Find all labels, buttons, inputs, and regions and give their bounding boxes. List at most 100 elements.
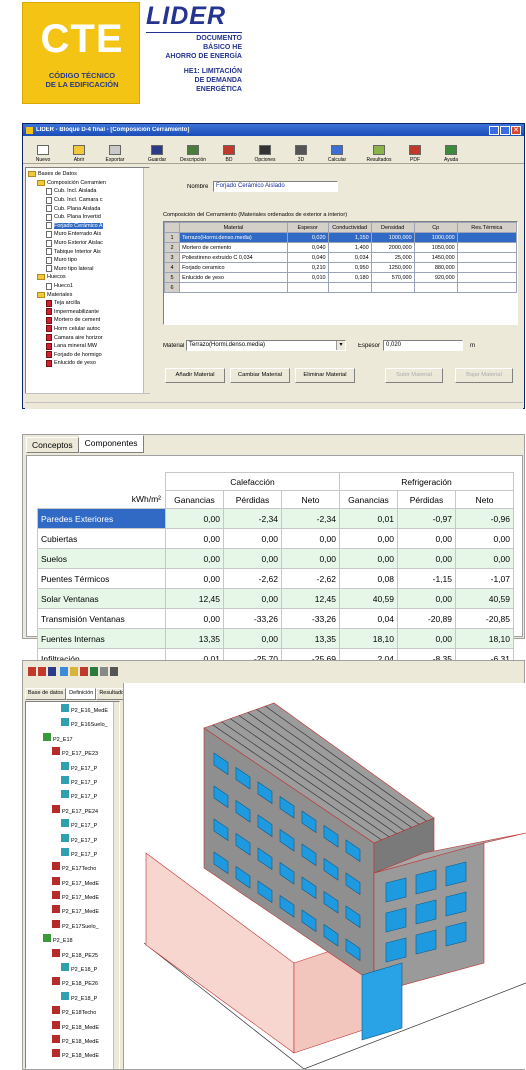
- material-select[interactable]: Terrazo(Hormi.denso.media) ▾: [186, 340, 346, 351]
- tree-item[interactable]: Enlucido de yeso: [28, 359, 147, 368]
- building-tree-item[interactable]: P2_E17_P: [28, 775, 117, 790]
- move-down-material-button[interactable]: Bajar Material: [455, 368, 513, 383]
- grid-cell[interactable]: Mortero de cemento: [179, 242, 288, 253]
- building-tree-item[interactable]: P2_E18_P: [28, 963, 117, 977]
- tree-item[interactable]: Bases de Datos: [28, 170, 147, 179]
- grid-cell[interactable]: 0,034: [327, 252, 372, 263]
- tree-item[interactable]: Cub. Incl. Camara c: [28, 196, 147, 205]
- tree-item[interactable]: Mortero de cement: [28, 316, 147, 325]
- change-material-button[interactable]: Cambiar Material: [230, 368, 290, 383]
- tree-item[interactable]: Muro Enterrado Ais: [28, 230, 147, 239]
- tree-item[interactable]: Muro tipo lateral: [28, 265, 147, 274]
- espesor-input[interactable]: 0,020: [383, 340, 463, 351]
- results-row[interactable]: Cubiertas 0,00 0,00 0,00 0,00 0,00 0,00: [37, 528, 514, 549]
- building-tree-item[interactable]: P2_E17Techo: [28, 862, 117, 876]
- building-tree-item[interactable]: P2_E17_PE23: [28, 747, 117, 761]
- grid-cell[interactable]: 570,000: [370, 272, 415, 283]
- grid-cell[interactable]: 0,040: [286, 242, 329, 253]
- tree-item[interactable]: Camara aire horizor: [28, 333, 147, 342]
- grid-cell[interactable]: 1050,000: [413, 242, 458, 253]
- tree-item[interactable]: Cub. Incl. Aislada: [28, 187, 147, 196]
- grid-cell[interactable]: [456, 242, 518, 253]
- building-tree-item[interactable]: P2_E17_P: [28, 819, 117, 833]
- building-tree-item[interactable]: P2_E17: [28, 732, 117, 747]
- grid-cell[interactable]: 1000,000: [413, 232, 458, 243]
- grid-cell[interactable]: [179, 282, 288, 293]
- grid-cell[interactable]: [327, 282, 372, 293]
- building-tree-item[interactable]: P2_E17Suelo_: [28, 919, 117, 934]
- grid-header[interactable]: Cp: [413, 222, 458, 233]
- maximize-button[interactable]: [500, 125, 510, 135]
- building-tree-item[interactable]: P2_E18_P: [28, 991, 117, 1006]
- print-icon[interactable]: [110, 666, 118, 676]
- model-tab[interactable]: Base de datos: [25, 688, 67, 700]
- tree-item[interactable]: Composición Cerramien: [28, 179, 147, 188]
- results-row[interactable]: Suelos 0,00 0,00 0,00 0,00 0,00 0,00: [37, 548, 514, 569]
- results-row[interactable]: Fuentes Internas 13,35 0,00 13,35 18,10 0,00 1…: [37, 628, 514, 649]
- remove-material-button[interactable]: Eliminar Material: [295, 368, 355, 383]
- tree-item[interactable]: Muro tipo: [28, 256, 147, 265]
- grid-header[interactable]: Material: [179, 222, 288, 233]
- grid-cell[interactable]: 0,010: [286, 272, 329, 283]
- building-tree-item[interactable]: P2_E16_MedE: [28, 704, 117, 718]
- grid-cell[interactable]: 1,150: [327, 232, 372, 243]
- materials-grid[interactable]: Material Espesor Conductividad Densidad Cp Re…: [163, 221, 518, 325]
- results-row[interactable]: Solar Ventanas 12,45 0,00 12,45 40,59 0,00 40,…: [37, 588, 514, 609]
- tree-item[interactable]: Teja arcilla: [28, 299, 147, 308]
- grid-row[interactable]: 4 Forjado ceramico 0,210 0,950 1250,000 880,0…: [163, 262, 518, 273]
- building-tree-item[interactable]: P2_E17_P: [28, 847, 117, 862]
- grid-cell[interactable]: [286, 282, 329, 293]
- toolbar-resultados-button[interactable]: Resultados: [361, 137, 397, 163]
- 3d-viewport[interactable]: [123, 683, 526, 1070]
- toolbar-3d-button[interactable]: 3D: [283, 137, 319, 163]
- grid-cell[interactable]: 920,000: [413, 272, 458, 283]
- model-tab[interactable]: Definición: [66, 688, 97, 700]
- toolbar-ayuda-button[interactable]: Ayuda: [433, 137, 469, 163]
- grid-cell[interactable]: 1250,000: [370, 262, 415, 273]
- toolbar-exportar-button[interactable]: Exportar: [97, 137, 133, 163]
- help-icon[interactable]: [100, 666, 108, 676]
- open-icon[interactable]: [38, 666, 46, 676]
- toolbar-descripci-n-button[interactable]: Descripción: [175, 137, 211, 163]
- toolbar-bd-button[interactable]: BD: [211, 137, 247, 163]
- grid-header[interactable]: Densidad: [370, 222, 415, 233]
- tree-item[interactable]: Horm celular autoc: [28, 325, 147, 334]
- grid-row[interactable]: 3 Poliestireno extruido C 0,034 0,040 0,034…: [163, 252, 518, 263]
- toolbar-opciones-button[interactable]: Opciones: [247, 137, 283, 163]
- save-icon[interactable]: [48, 666, 56, 676]
- grid-cell[interactable]: 880,000: [413, 262, 458, 273]
- grid-header[interactable]: Espesor: [286, 222, 329, 233]
- tree-vscrollbar[interactable]: [143, 168, 150, 393]
- grid-cell[interactable]: Terrazo(Hormi.denso.media): [179, 232, 288, 243]
- view-icon[interactable]: [60, 666, 68, 676]
- grid-cell[interactable]: 25,000: [370, 252, 415, 263]
- building-tree-item[interactable]: P2_E17_MedE: [28, 905, 117, 919]
- grid-cell[interactable]: [456, 262, 518, 273]
- grid-row[interactable]: 2 Mortero de cemento 0,040 1,400 2000,000 105…: [163, 242, 518, 253]
- grid-cell[interactable]: [413, 282, 458, 293]
- tree-item[interactable]: Hueco1: [28, 282, 147, 291]
- grid-cell[interactable]: 0,210: [286, 262, 329, 273]
- close-button[interactable]: ✕: [511, 125, 521, 135]
- tree-item[interactable]: Tabique Interior Ais: [28, 247, 147, 256]
- grid-cell[interactable]: Enlucido de yeso: [179, 272, 288, 283]
- grid-cell[interactable]: [456, 232, 518, 243]
- building-tree-item[interactable]: P2_E18_MedE: [28, 1034, 117, 1049]
- tree-item[interactable]: Cub. Plana Invertid: [28, 213, 147, 222]
- tree-item[interactable]: Lana mineral MW: [28, 342, 147, 351]
- tab-conceptos[interactable]: Conceptos: [26, 437, 79, 453]
- building-tree-item[interactable]: P2_E16Suelo_: [28, 718, 117, 732]
- toolbar-pdf-button[interactable]: PDF: [397, 137, 433, 163]
- rotate-icon[interactable]: [70, 666, 78, 676]
- tree-item[interactable]: Materiales: [28, 290, 147, 299]
- results-row[interactable]: Transmisión Ventanas 0,00 -33,26 -33,26 0,04…: [37, 608, 514, 629]
- building-tree-item[interactable]: P2_E18_PE25: [28, 948, 117, 963]
- add-material-button[interactable]: Añadir Material: [165, 368, 225, 383]
- grid-cell[interactable]: Forjado ceramico: [179, 262, 288, 273]
- grid-cell[interactable]: [370, 282, 415, 293]
- building-tree[interactable]: P2_E16_MedE P2_E16Suelo_ P2_E17 P2_E17_PE23…: [25, 701, 120, 1069]
- nombre-field[interactable]: Forjado Cerámico Aislado: [213, 181, 338, 192]
- building-tree-item[interactable]: P2_E17_MedE: [28, 876, 117, 891]
- calc-icon[interactable]: [90, 666, 98, 676]
- building-tree-item[interactable]: P2_E17_PE24: [28, 804, 117, 819]
